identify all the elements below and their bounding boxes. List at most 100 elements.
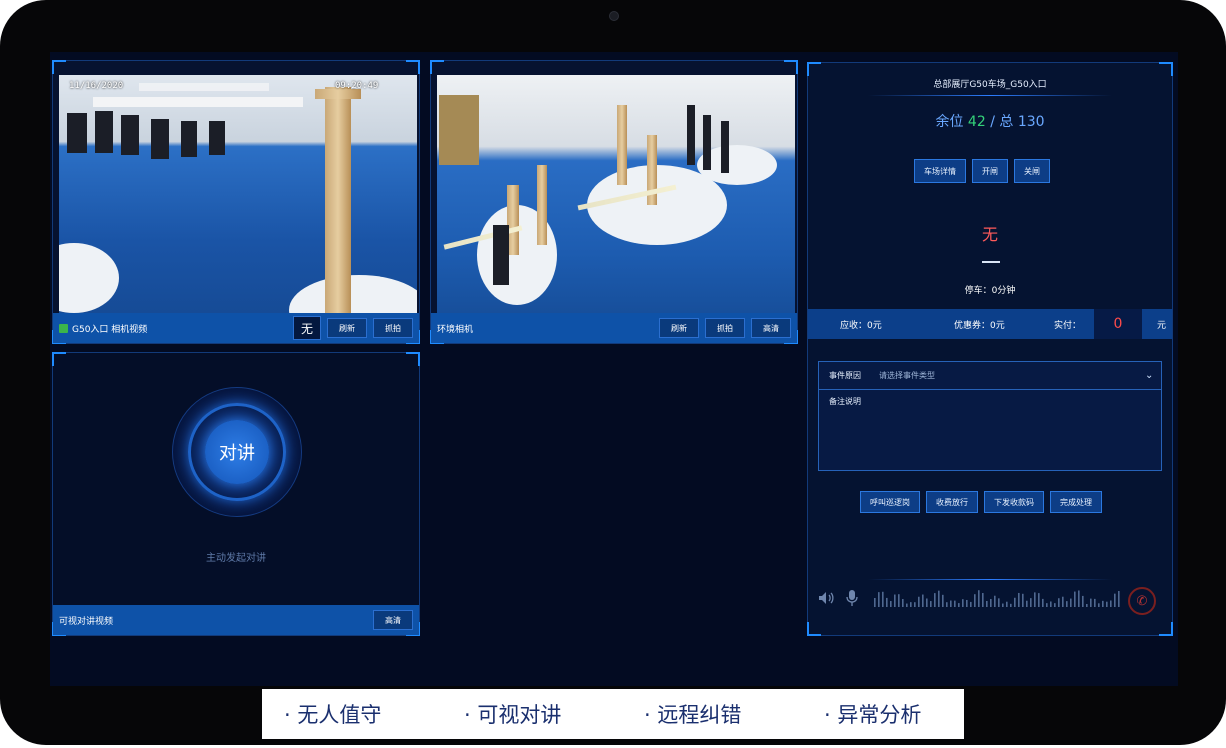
feature-anomaly-analysis: · 异常分析 (824, 703, 922, 727)
environment-camera-panel: 环境相机 刷新 抓拍 高清 (430, 60, 798, 344)
waveform-bar (1050, 601, 1052, 607)
waveform-bar (878, 592, 880, 607)
entrance-camera-title: G50入口 相机视频 (72, 324, 148, 335)
waveform-bar (1066, 601, 1068, 607)
plate-divider (982, 261, 1000, 263)
app-screen: 11/16/2020 09:20:49 G50入口 相机视频 无 刷新 抓拍 环… (50, 52, 1178, 686)
waveform-bar (1070, 598, 1072, 607)
environment-camera-title: 环境相机 (437, 324, 474, 335)
waveform-bar (1006, 601, 1008, 607)
waveform-bar (918, 596, 920, 607)
waveform-bar (922, 594, 924, 607)
talk-button[interactable]: 对讲 (205, 420, 269, 484)
lot-details-button[interactable]: 车场详情 (914, 159, 966, 183)
osd-date: 11/16/2020 (69, 81, 124, 91)
event-cause-placeholder: 请选择事件类型 (879, 371, 935, 380)
waveform-bar (998, 598, 1000, 607)
space-counter: 余位 42 / 总 130 (935, 114, 1045, 130)
waveform-bar (1054, 603, 1056, 607)
waveform-bar (1090, 598, 1092, 607)
waveform-bar (1118, 591, 1120, 607)
fee-bar: 应收：0元 优惠券：0元 实付： 0 元 (808, 309, 1172, 339)
event-cause-select[interactable]: 事件原因 请选择事件类型 ⌄ (819, 362, 1161, 390)
waveform-bar (958, 603, 960, 607)
waveform-bar (986, 600, 988, 607)
waveform-bar (970, 601, 972, 607)
waveform-bar (1038, 593, 1040, 607)
waveform-bar (1094, 598, 1096, 607)
charge-release-button[interactable]: 收费放行 (926, 491, 978, 513)
feature-strip: · 无人值守 · 可视对讲 · 远程纠错 · 异常分析 (262, 689, 964, 739)
hangup-icon[interactable]: ✆ (1128, 587, 1156, 615)
send-payment-code-button[interactable]: 下发收款码 (984, 491, 1044, 513)
remark-label: 备注说明 (829, 397, 861, 406)
waveform-bar (914, 602, 916, 607)
waveform-bar (994, 595, 996, 607)
waveform-bar (942, 594, 944, 607)
waveform-bar (1086, 603, 1088, 607)
lot-title: 总部展厅G50车场_G50入口 (933, 80, 1047, 90)
monitor-bezel: 11/16/2020 09:20:49 G50入口 相机视频 无 刷新 抓拍 环… (0, 0, 1226, 745)
intercom-title: 可视对讲视频 (59, 616, 114, 627)
environment-camera-feed[interactable] (437, 75, 795, 313)
waveform-bar (926, 598, 928, 607)
speaker-icon[interactable] (818, 591, 834, 609)
waveform-bar (890, 601, 892, 607)
event-cause-label: 事件原因 (829, 371, 861, 380)
coupon-amount: 优惠券：0元 (954, 320, 1005, 331)
osd-time: 09:20:49 (335, 81, 379, 91)
complete-button[interactable]: 完成处理 (1050, 491, 1102, 513)
environment-refresh-button[interactable]: 刷新 (659, 318, 699, 338)
remark-textarea[interactable]: 备注说明 (819, 390, 1161, 413)
audio-waveform (874, 590, 1120, 607)
waveform-bar (906, 603, 908, 607)
feature-unattended: · 无人值守 (284, 703, 382, 727)
waveform-bar (1018, 592, 1020, 607)
waveform-bar (1042, 598, 1044, 607)
call-patrol-button[interactable]: 呼叫巡逻岗 (860, 491, 920, 513)
entrance-camera-panel: 11/16/2020 09:20:49 G50入口 相机视频 无 刷新 抓拍 (52, 60, 420, 344)
microphone-icon[interactable] (846, 589, 858, 611)
feature-video-intercom: · 可视对讲 (464, 703, 562, 727)
waveform-bar (938, 590, 940, 607)
intercom-hd-button[interactable]: 高清 (373, 610, 413, 630)
waveform-bar (1030, 598, 1032, 607)
waveform-bar (1058, 598, 1060, 607)
waveform-bar (902, 599, 904, 607)
waveform-bar (1046, 603, 1048, 607)
waveform-bar (950, 600, 952, 607)
voice-bar: ✆ (808, 579, 1172, 635)
currency-unit: 元 (1156, 320, 1166, 331)
talk-prompt: 主动发起对讲 (206, 553, 266, 564)
waveform-bar (1098, 603, 1100, 607)
waveform-bar (874, 598, 876, 607)
environment-snapshot-button[interactable]: 抓拍 (705, 318, 745, 338)
waveform-bar (882, 591, 884, 607)
waveform-bar (1078, 590, 1080, 607)
waveform-bar (1106, 601, 1108, 607)
entrance-camera-toolbar: G50入口 相机视频 无 刷新 抓拍 (53, 313, 419, 343)
entrance-refresh-button[interactable]: 刷新 (327, 318, 367, 338)
receivable-amount: 应收：0元 (840, 320, 882, 331)
intercom-panel: 对讲 主动发起对讲 可视对讲视频 高清 (52, 352, 420, 636)
waveform-bar (910, 602, 912, 607)
entrance-camera-feed[interactable]: 11/16/2020 09:20:49 (59, 75, 417, 313)
parking-duration: 停车：0分钟 (964, 286, 1016, 296)
chevron-down-icon: ⌄ (1145, 370, 1154, 381)
waveform-bar (1062, 596, 1064, 607)
waveform-bar (1026, 600, 1028, 607)
entrance-snapshot-button[interactable]: 抓拍 (373, 318, 413, 338)
total-spaces: 130 (1017, 114, 1045, 130)
open-gate-button[interactable]: 开闸 (972, 159, 1008, 183)
waveform-bar (1074, 591, 1076, 607)
camera-icon (59, 323, 68, 333)
waveform-bar (894, 594, 896, 607)
paid-label: 实付： (1054, 320, 1082, 331)
waveform-bar (982, 593, 984, 607)
waveform-bar (962, 599, 964, 607)
environment-hd-button[interactable]: 高清 (751, 318, 791, 338)
waveform-bar (1110, 600, 1112, 607)
close-gate-button[interactable]: 关闸 (1014, 159, 1050, 183)
waveform-bar (1002, 603, 1004, 607)
event-form: 事件原因 请选择事件类型 ⌄ 备注说明 (818, 361, 1162, 471)
